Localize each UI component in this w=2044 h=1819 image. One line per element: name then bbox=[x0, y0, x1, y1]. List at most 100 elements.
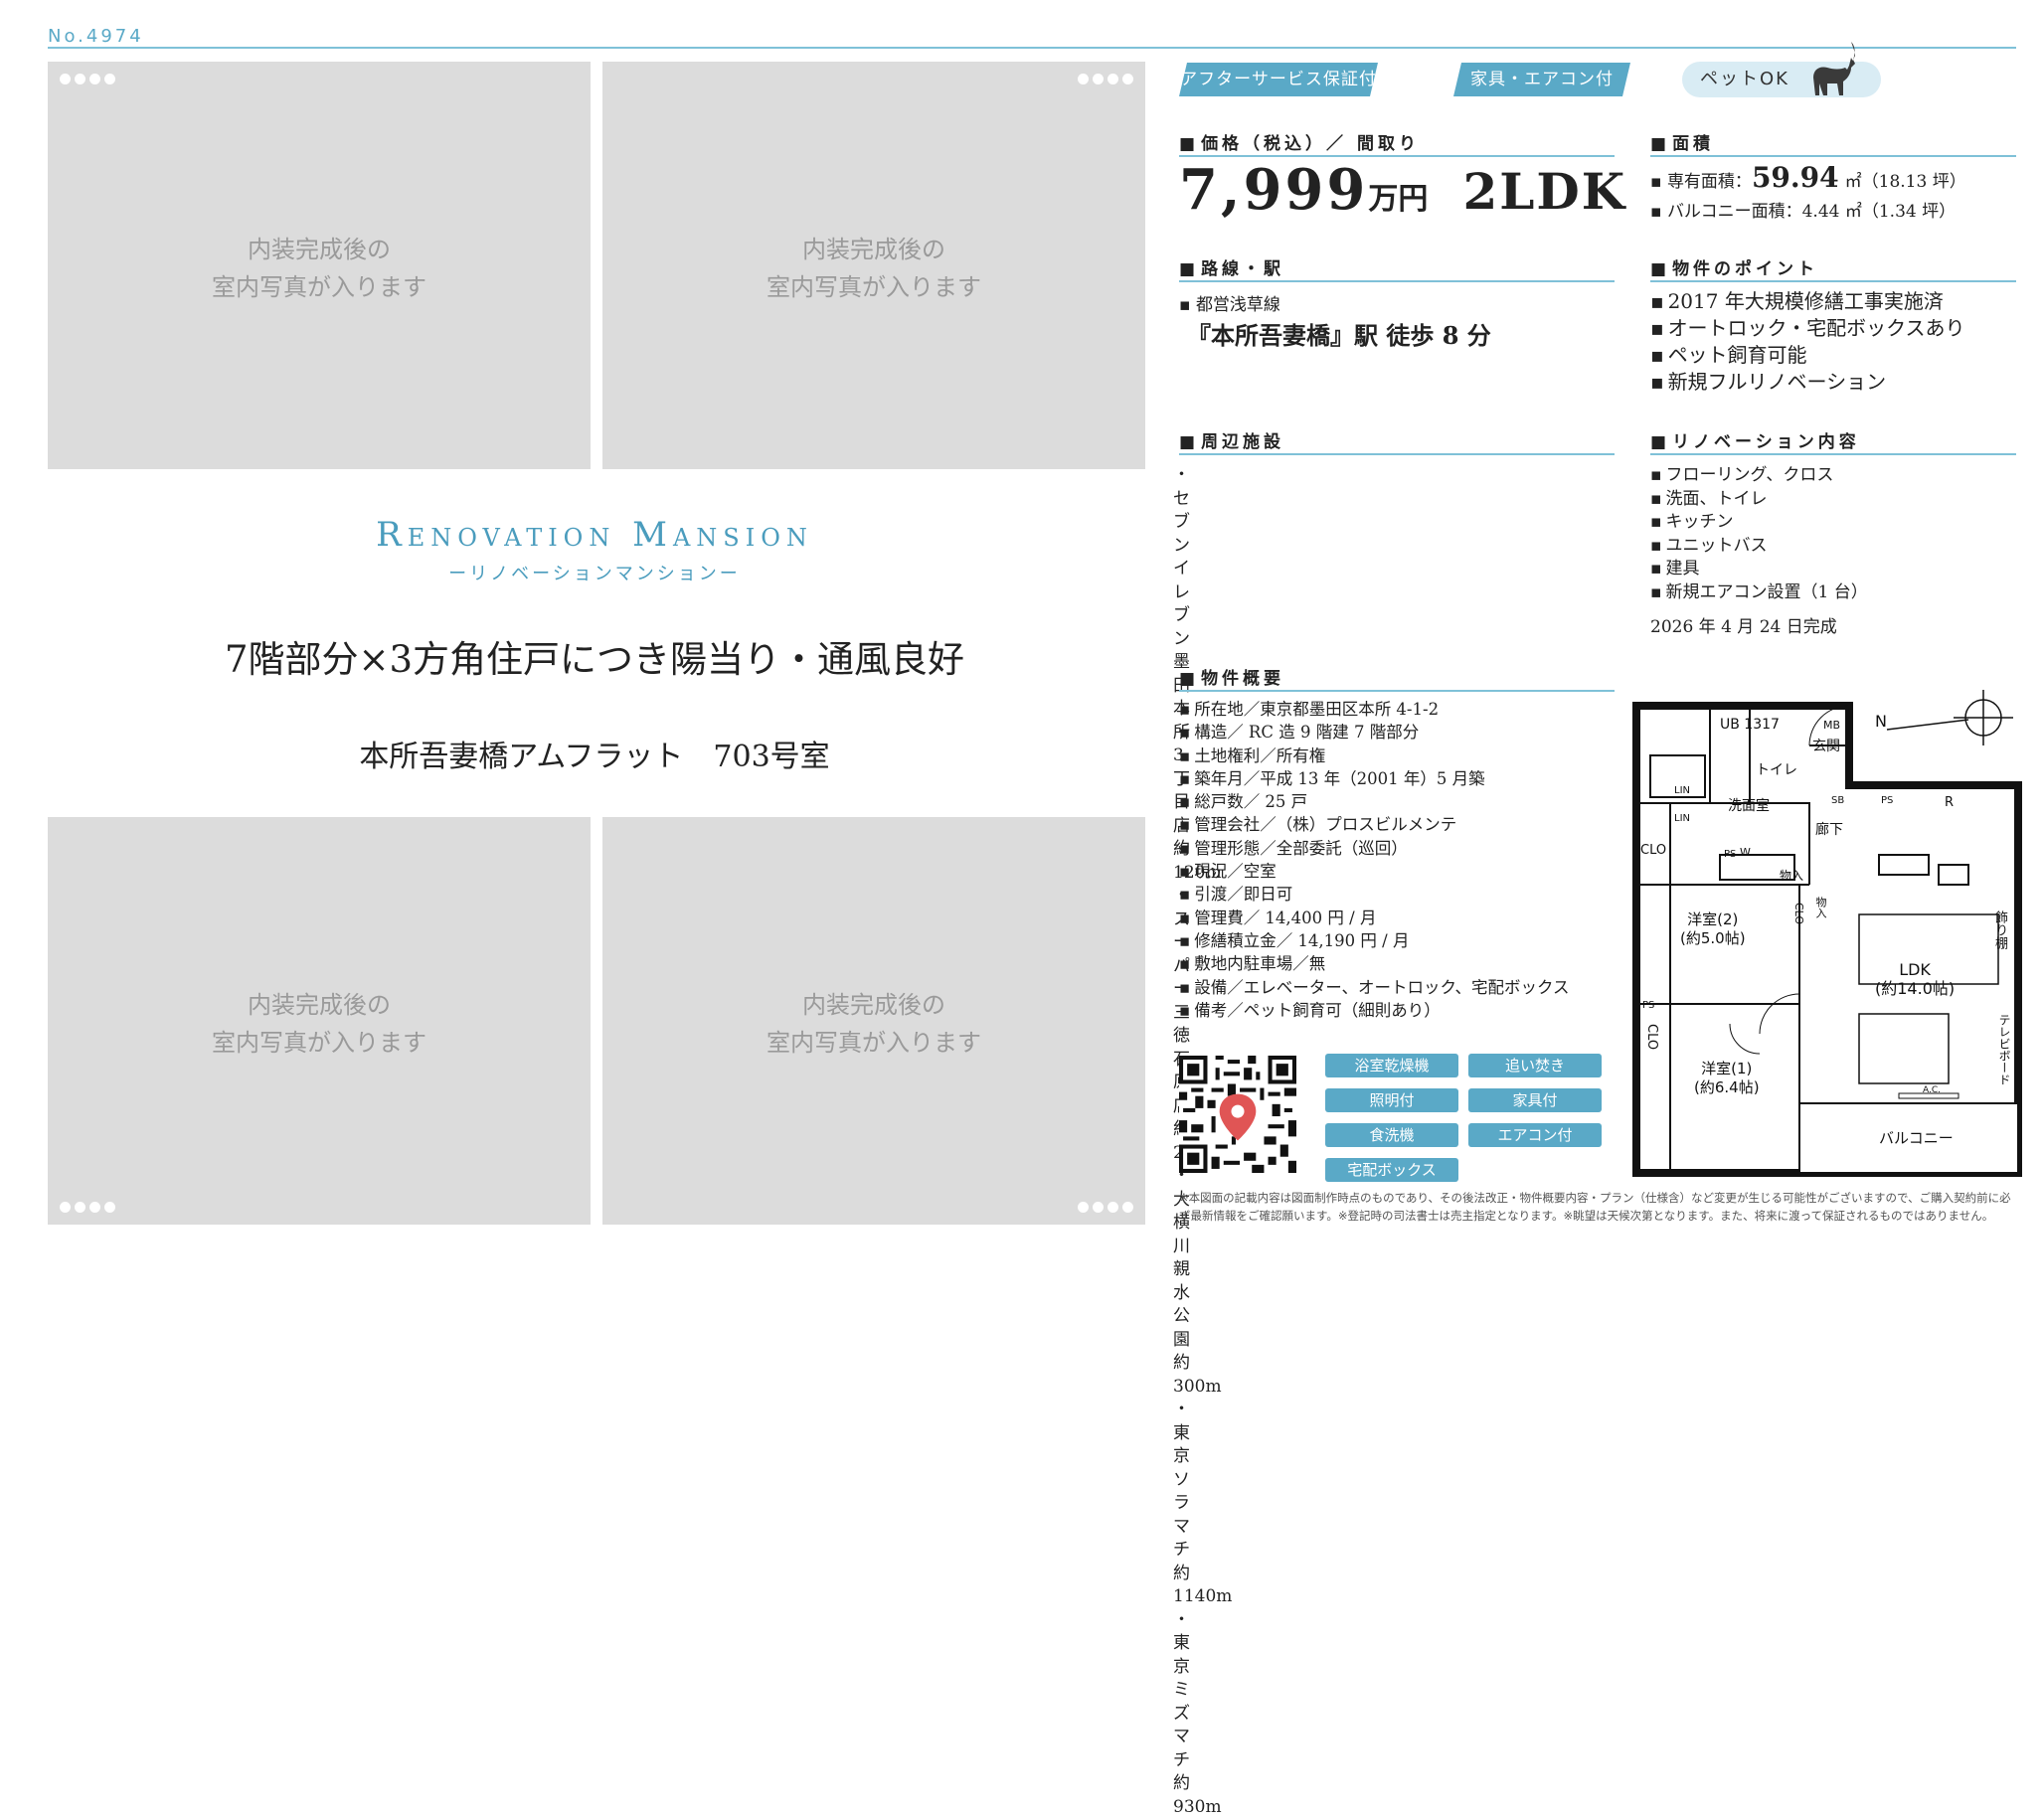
decoration-dots bbox=[1078, 74, 1133, 84]
floorplan-label-ps: PS bbox=[1881, 791, 1893, 810]
floorplan-label-entrance: 玄関 bbox=[1812, 738, 1840, 756]
section-rule bbox=[1179, 453, 1615, 455]
cat-icon bbox=[1807, 40, 1859, 105]
decoration-dots bbox=[60, 74, 115, 84]
price-block: 7,999万円 2LDK bbox=[1179, 157, 1626, 223]
completion-date: 2026 年 4 月 24 日完成 bbox=[1650, 612, 1837, 637]
photo-placeholder-bottom-left: 内装完成後の室内写真が入ります bbox=[48, 817, 591, 1225]
points-list: 2017 年大規模修繕工事実施済 オートロック・宅配ボックスあり ペット飼育可能… bbox=[1650, 288, 1965, 396]
list-item: 設備／エレベーター、オートロック、宅配ボックス bbox=[1179, 976, 1570, 999]
floorplan-label-hallway: 廊下 bbox=[1815, 821, 1843, 840]
list-item: フローリング、クロス bbox=[1650, 464, 1868, 488]
document-number: No.4974 bbox=[48, 26, 144, 47]
private-area: ▪ 専有面積：59.94㎡（18.13 坪） bbox=[1650, 161, 1966, 194]
placeholder-text: 室内写真が入ります bbox=[48, 268, 591, 306]
private-area-value: 59.94 bbox=[1752, 161, 1839, 194]
pet-ok-label: ペットOK bbox=[1700, 69, 1789, 89]
balcony-area-text: バルコニー面積：4.44 ㎡（1.34 坪） bbox=[1667, 202, 1956, 222]
placeholder-text: 内装完成後の bbox=[602, 231, 1145, 268]
photo-placeholder-top-right: 内装完成後の室内写真が入ります bbox=[602, 62, 1145, 469]
list-item: 現況／空室 bbox=[1179, 860, 1570, 883]
floorplan-label-shelf: 飾り棚 bbox=[1990, 910, 2009, 949]
list-item: 総戸数／ 25 戸 bbox=[1179, 790, 1570, 813]
list-item: 東京ソラマチ 約 1140m bbox=[1173, 1399, 1184, 1609]
floorplan-label-ub: UB 1317 bbox=[1720, 716, 1780, 735]
section-heading-route: 路線・駅 bbox=[1179, 254, 1284, 279]
top-divider bbox=[48, 47, 2016, 49]
equipment-badge: 食洗機 bbox=[1325, 1123, 1458, 1147]
north-icon: N bbox=[1875, 712, 1887, 731]
layout-type: 2LDK bbox=[1462, 162, 1626, 221]
floorplan-label-balcony: バルコニー bbox=[1879, 1129, 1954, 1148]
price-value: 7,999 bbox=[1179, 157, 1368, 223]
photo-placeholder-bottom-right: 内装完成後の室内写真が入ります bbox=[602, 817, 1145, 1225]
placeholder-text: 室内写真が入ります bbox=[48, 1024, 591, 1062]
floorplan-label-clo: CLO bbox=[1789, 903, 1808, 924]
list-item: 新規エアコン設置（1 台） bbox=[1650, 581, 1868, 605]
floorplan-label-lin: LIN bbox=[1674, 809, 1690, 828]
placeholder-text: 内装完成後の bbox=[48, 986, 591, 1024]
section-heading-overview: 物件概要 bbox=[1179, 664, 1284, 689]
equipment-badge: 浴室乾燥機 bbox=[1325, 1054, 1458, 1077]
decoration-dots bbox=[60, 1202, 115, 1213]
section-heading-area: 面積 bbox=[1650, 129, 1714, 154]
qr-code[interactable] bbox=[1179, 1056, 1296, 1173]
list-item: 建具 bbox=[1650, 558, 1868, 581]
floorplan-label-storage: 物入 bbox=[1811, 897, 1830, 918]
floorplan-label-mb: MB bbox=[1823, 716, 1840, 735]
section-heading-renovation: リノベーション内容 bbox=[1650, 427, 1860, 452]
list-item: 修繕積立金／ 14,190 円 / 月 bbox=[1179, 929, 1570, 952]
list-item: 管理会社／（株）プロスビルメンテ bbox=[1179, 813, 1570, 836]
floorplan-label-refrigerator: R bbox=[1945, 793, 1954, 812]
floorplan-label-wlw: W bbox=[1740, 843, 1751, 862]
floorplan-label-ac: A.C. bbox=[1923, 1081, 1941, 1100]
placeholder-text: 室内写真が入ります bbox=[602, 1024, 1145, 1062]
photo-placeholder-top-left: 内装完成後の室内写真が入ります bbox=[48, 62, 591, 469]
floorplan-label-ps: PS bbox=[1724, 845, 1736, 864]
section-rule bbox=[1650, 280, 2016, 282]
price-unit: 万円 bbox=[1368, 182, 1428, 217]
list-item: 東京ミズマチ 約 930m bbox=[1173, 1609, 1184, 1819]
list-item: 敷地内駐車場／無 bbox=[1179, 952, 1570, 975]
section-heading-points: 物件のポイント bbox=[1650, 254, 1818, 279]
floorplan-label-washroom: 洗面室 bbox=[1728, 797, 1770, 816]
placeholder-text: 内装完成後の bbox=[602, 986, 1145, 1024]
list-item: 新規フルリノベーション bbox=[1650, 369, 1965, 396]
facilities-list: セブンイレブン墨田本所 3 丁目店 約 120m スーパー三徳石原店 約 290… bbox=[1173, 464, 1184, 475]
floorplan-label-sb: SB bbox=[1831, 791, 1844, 810]
placeholder-text: 内装完成後の bbox=[48, 231, 591, 268]
route-line-text: 都営浅草線 bbox=[1196, 295, 1280, 315]
decoration-dots bbox=[1078, 1202, 1133, 1213]
route-station: 『本所吾妻橋』駅 徒歩 8 分 bbox=[1187, 316, 1491, 351]
equipment-badge: 照明付 bbox=[1325, 1088, 1458, 1112]
floorplan-label-clo: CLO bbox=[1642, 1024, 1661, 1050]
renovation-list: フローリング、クロス 洗面、トイレ キッチン ユニットバス 建具 新規エアコン設… bbox=[1650, 464, 1868, 604]
section-heading-facilities: 周辺施設 bbox=[1179, 427, 1284, 452]
equipment-badge: 家具付 bbox=[1468, 1088, 1602, 1112]
floorplan-label-clo: CLO bbox=[1640, 841, 1666, 860]
property-name: 本所吾妻橋アムフラット 703号室 bbox=[48, 732, 1141, 775]
private-area-label: 専有面積： bbox=[1667, 172, 1752, 192]
list-item: 備考／ペット飼育可（細則あり） bbox=[1179, 999, 1570, 1022]
floorplan-label-toilet: トイレ bbox=[1756, 761, 1797, 780]
list-item: 引渡／即日可 bbox=[1179, 883, 1570, 906]
equipment-badge: エアコン付 bbox=[1468, 1123, 1602, 1147]
list-item: 管理形態／全部委託（巡回） bbox=[1179, 837, 1570, 860]
floorplan-label-room1: 洋室(1) (約6.4帖) bbox=[1694, 1060, 1760, 1097]
list-item: オートロック・宅配ボックスあり bbox=[1650, 315, 1965, 342]
balcony-area: ▪ バルコニー面積：4.44 ㎡（1.34 坪） bbox=[1650, 197, 1956, 222]
list-item: 2017 年大規模修繕工事実施済 bbox=[1650, 288, 1965, 315]
tag-after-service: アフターサービス保証付 bbox=[1179, 63, 1378, 96]
section-rule bbox=[1179, 690, 1615, 692]
catchphrase: 7階部分×3方角住戸につき陽当り・通風良好 bbox=[48, 629, 1141, 683]
section-heading-price: 価格（税込）／ 間取り bbox=[1179, 129, 1420, 154]
section-rule bbox=[1650, 155, 2016, 157]
footnote: ※本図面の記載内容は図面制作時点のものであり、その後法改正・物件概要内容・プラン… bbox=[1179, 1189, 2016, 1225]
equipment-badge: 宅配ボックス bbox=[1325, 1158, 1458, 1182]
list-item: 所在地／東京都墨田区本所 4-1-2 bbox=[1179, 698, 1570, 721]
list-item: ペット飼育可能 bbox=[1650, 342, 1965, 369]
overview-list: 所在地／東京都墨田区本所 4-1-2 構造／ RC 造 9 階建 7 階部分 土… bbox=[1179, 698, 1570, 1022]
list-item: 土地権利／所有権 bbox=[1179, 744, 1570, 767]
private-area-unit: ㎡（18.13 坪） bbox=[1845, 172, 1966, 192]
floorplan-label-tvboard: テレビボード bbox=[1994, 1014, 2013, 1085]
